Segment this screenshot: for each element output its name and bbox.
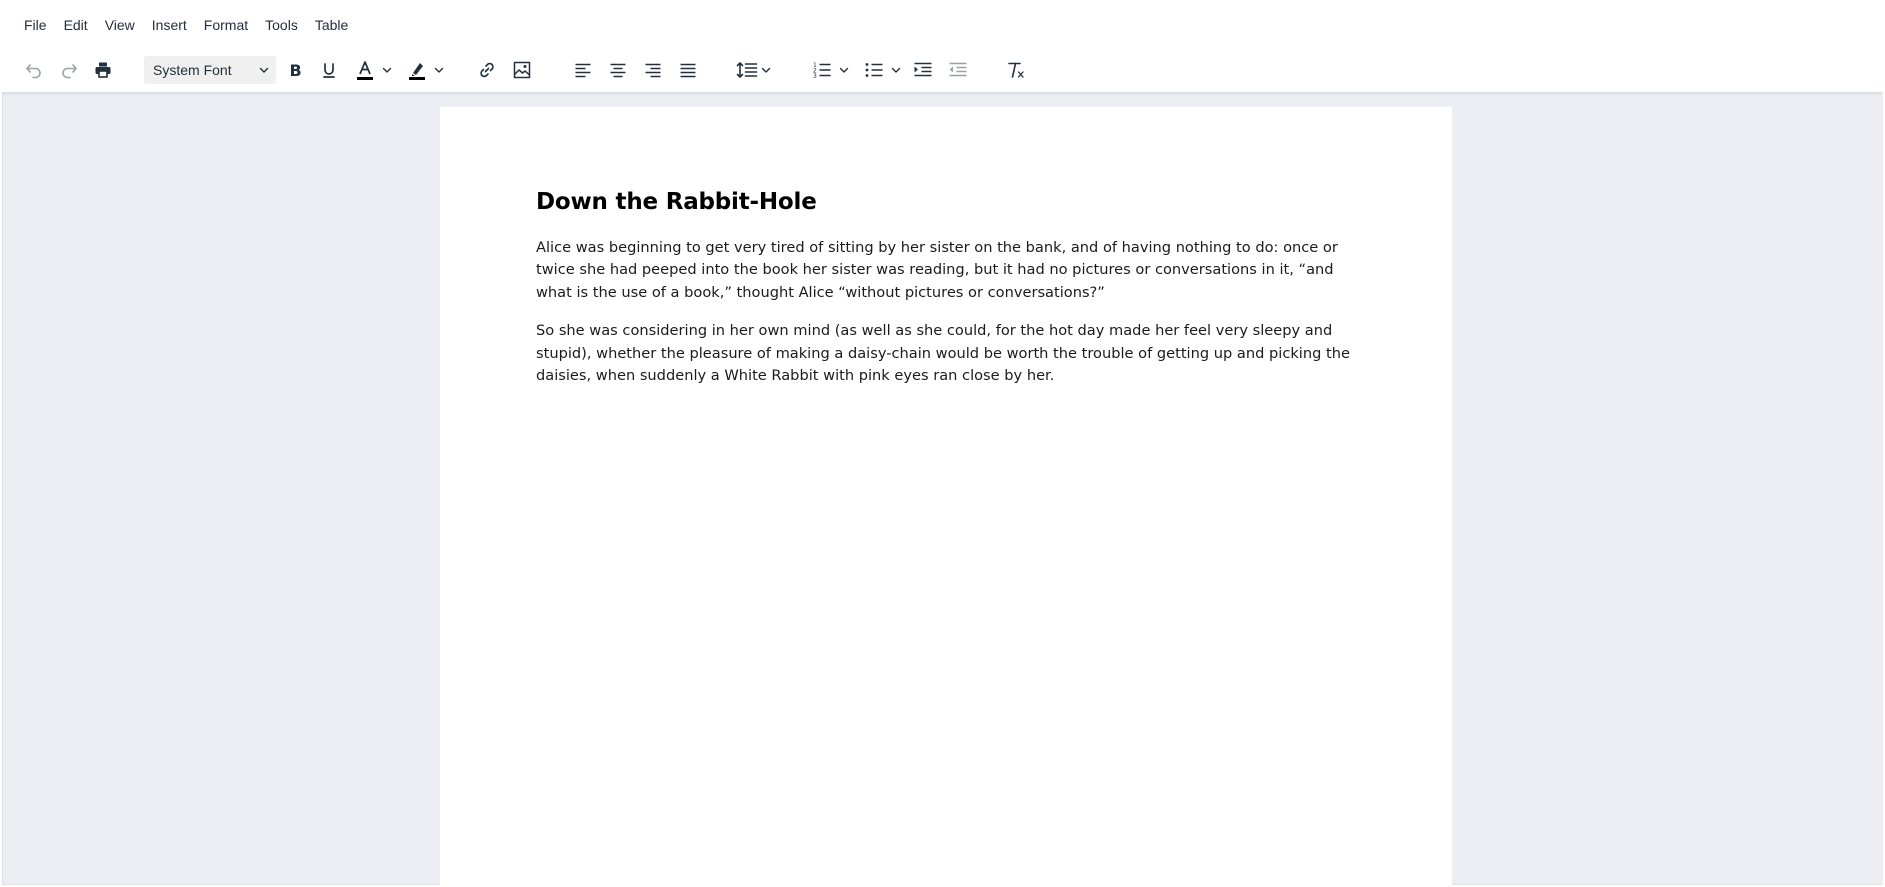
chevron-down-icon [434,67,443,73]
line-height-icon [736,62,758,78]
insert-link-button[interactable] [473,55,501,85]
align-right-icon [645,63,661,78]
outdent-button[interactable] [944,55,972,85]
underline-button[interactable] [315,55,343,85]
text-color-icon [356,61,373,80]
bullet-list-icon [865,63,883,77]
menu-insert[interactable]: Insert [146,13,193,37]
clear-formatting-button[interactable] [1002,55,1030,85]
align-right-button[interactable] [639,55,667,85]
menu-view[interactable]: View [99,13,141,37]
align-left-button[interactable] [569,55,597,85]
insert-image-button[interactable] [508,55,536,85]
image-icon [513,61,531,79]
align-left-icon [575,63,591,78]
bold-button[interactable]: B [281,55,309,85]
menu-tools[interactable]: Tools [259,13,304,37]
rich-text-editor: File Edit View Insert Format Tools Table [2,2,1883,885]
redo-icon [62,64,77,79]
bold-icon: B [290,61,302,79]
redo-button[interactable] [55,55,83,85]
text-color-button[interactable] [349,55,397,85]
menubar: File Edit View Insert Format Tools Table [2,2,1883,48]
chevron-down-icon [839,67,849,73]
line-height-button[interactable] [732,55,776,85]
undo-icon [26,64,41,79]
underline-icon [323,63,335,78]
bullet-list-button[interactable] [859,55,907,85]
clear-formatting-icon [1008,62,1024,78]
align-center-icon [610,63,626,78]
menu-file[interactable]: File [18,13,53,37]
svg-text:B: B [290,61,302,79]
highlight-icon [408,63,425,80]
chevron-down-icon [891,67,901,73]
highlight-button[interactable] [401,55,449,85]
numbered-list-button[interactable]: 1 2 3 [807,55,855,85]
align-justify-button[interactable] [674,55,702,85]
print-button[interactable] [89,55,117,85]
undo-button[interactable] [20,55,48,85]
align-justify-icon [680,63,696,78]
numbered-list-icon: 1 2 3 [813,62,831,80]
font-family-select[interactable]: System Font [144,56,276,84]
menu-edit[interactable]: Edit [58,13,94,37]
menu-format[interactable]: Format [198,13,254,37]
editor-canvas: Down the Rabbit-Hole Alice was beginning… [2,92,1883,885]
document-heading[interactable]: Down the Rabbit-Hole [536,187,1356,217]
document-paragraph[interactable]: So she was considering in her own mind (… [536,320,1366,387]
chevron-down-icon [761,67,771,73]
chevron-down-icon [382,67,391,73]
document-page[interactable]: Down the Rabbit-Hole Alice was beginning… [440,107,1452,885]
align-center-button[interactable] [604,55,632,85]
toolbar: System Font B 1 2 3 [2,48,1883,92]
menu-table[interactable]: Table [309,13,354,37]
indent-icon [914,62,932,77]
svg-text:3: 3 [813,73,817,80]
chevron-down-icon [259,67,269,73]
font-family-value: System Font [153,62,232,78]
link-icon [480,62,494,78]
outdent-icon [949,62,967,77]
print-icon [95,62,111,78]
indent-button[interactable] [909,55,937,85]
document-paragraph[interactable]: Alice was beginning to get very tired of… [536,237,1366,304]
